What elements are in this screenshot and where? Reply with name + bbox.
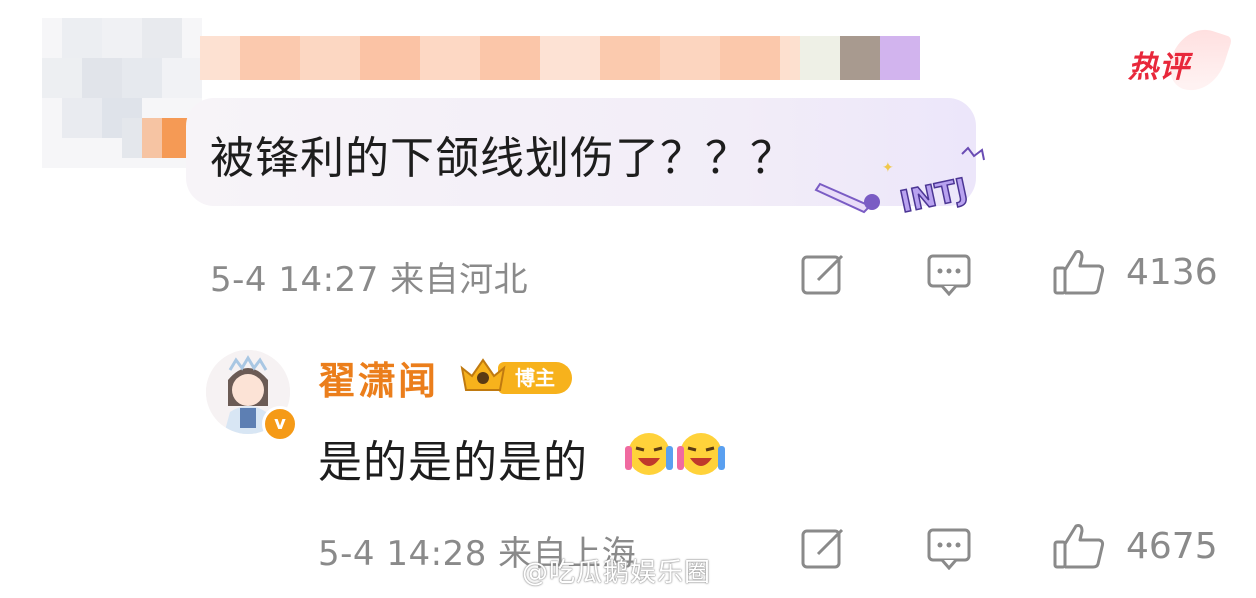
intj-decoration-icon: ✦ INTJ xyxy=(814,146,985,218)
blurred-avatar[interactable] xyxy=(42,18,202,168)
comment-icon[interactable] xyxy=(926,526,972,570)
comment-text: 被锋利的下颌线划伤了？？？ xyxy=(210,133,795,184)
like-count: 4675 xyxy=(1126,526,1218,567)
edit-icon[interactable] xyxy=(800,526,846,570)
hot-comment-badge: 热评 xyxy=(1128,21,1233,99)
crown-icon xyxy=(460,358,506,391)
blurred-username[interactable] xyxy=(200,36,920,80)
intj-label: INTJ xyxy=(897,172,971,218)
cheering-emoji xyxy=(625,433,673,475)
edit-icon[interactable] xyxy=(800,252,846,296)
reply-username[interactable]: 翟潇闻 xyxy=(318,350,438,405)
reply-text: 是的是的是的 xyxy=(318,437,588,488)
like-count: 4136 xyxy=(1126,252,1218,293)
verified-badge: v xyxy=(262,406,298,442)
like-icon[interactable] xyxy=(1052,248,1106,296)
svg-text:✦: ✦ xyxy=(882,160,894,176)
comment-meta: 5-4 14:27 来自河北 xyxy=(210,260,529,300)
hot-badge-label: 热评 xyxy=(1128,50,1190,85)
blogger-badge-label: 博主 xyxy=(498,362,572,394)
comment-icon[interactable] xyxy=(926,252,972,296)
like-icon[interactable] xyxy=(1052,522,1106,570)
blogger-badge: 博主 xyxy=(458,354,574,396)
watermark: @吃瓜鹅娱乐圈 xyxy=(522,558,712,588)
cheering-emoji xyxy=(677,433,725,475)
